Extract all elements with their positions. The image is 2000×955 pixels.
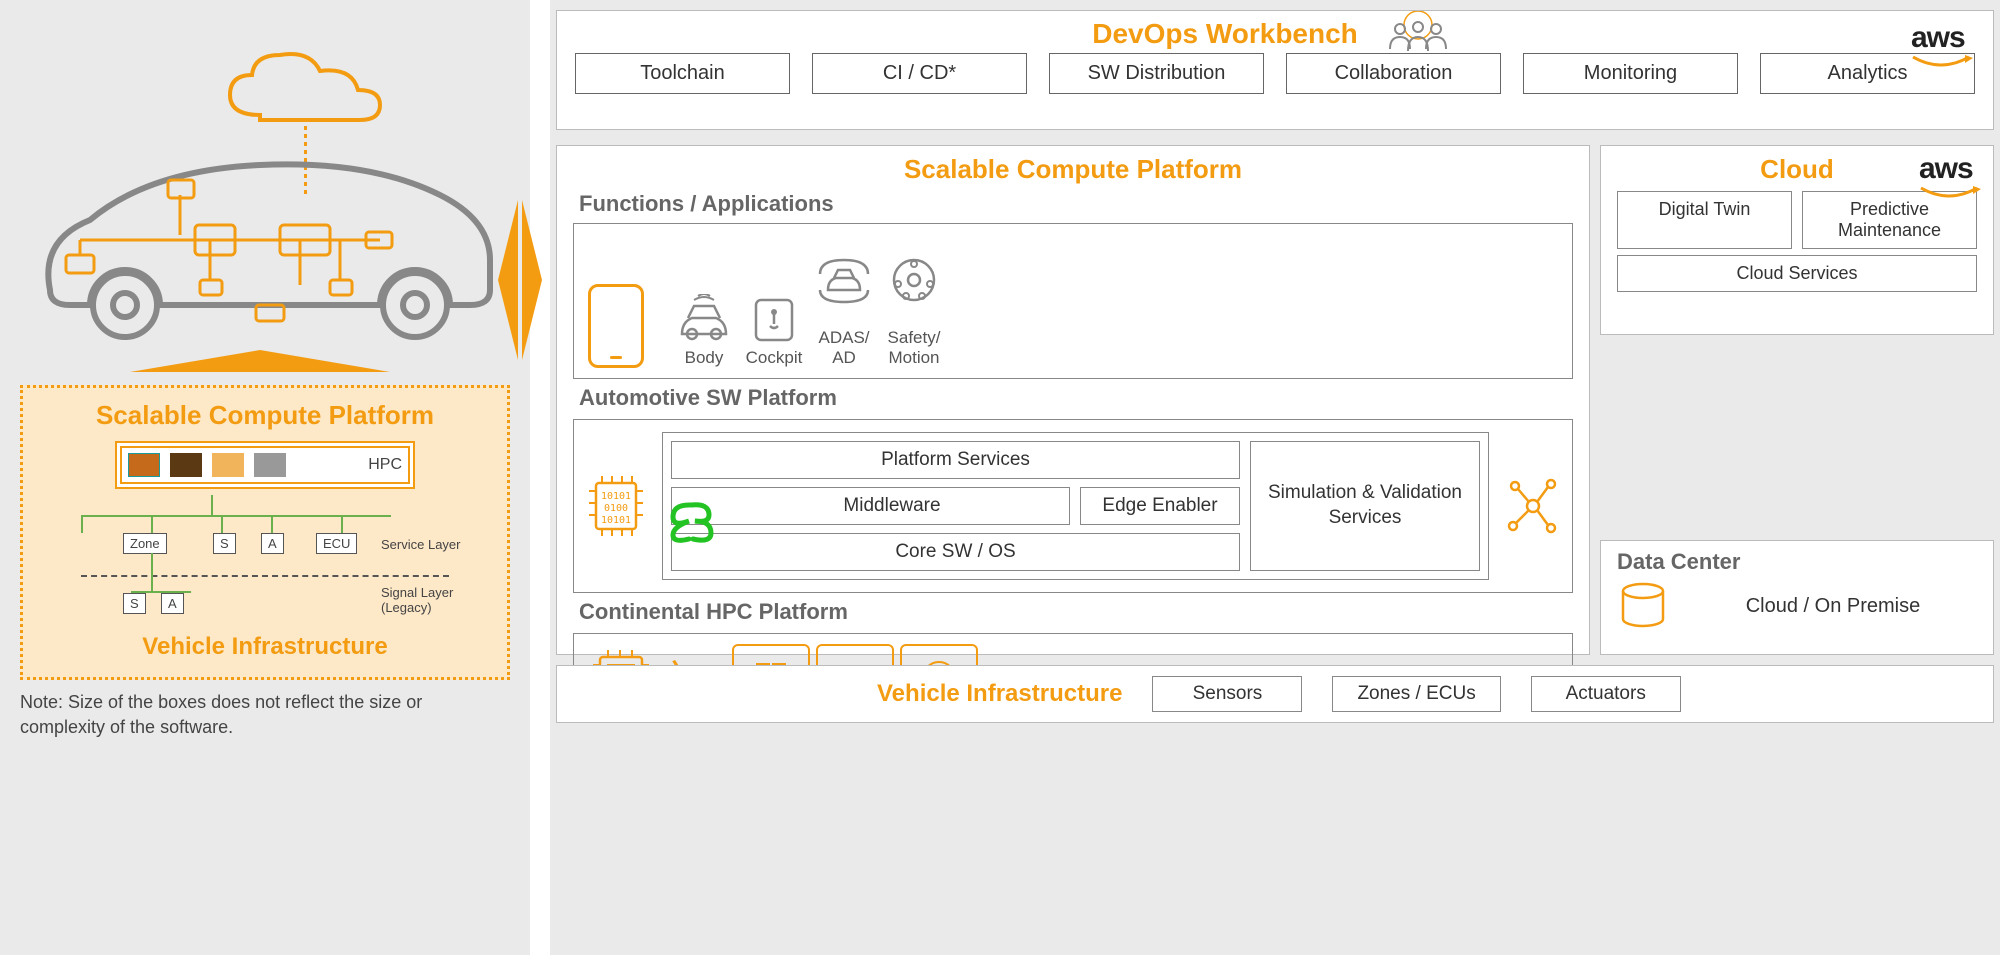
- a-box-1: A: [261, 533, 284, 554]
- bidirectional-arrow-icon: [494, 200, 544, 360]
- asw-left-column: Platform Services Middleware Edge Enable…: [671, 441, 1240, 571]
- svg-text:0100: 0100: [604, 503, 628, 514]
- hpc-platform-label: Continental HPC Platform: [579, 599, 1573, 625]
- bottom-vi-label: Vehicle Infrastructure: [877, 680, 1122, 708]
- left-scp-infrastructure-box: Scalable Compute Platform HPC Zone S A E…: [20, 385, 510, 680]
- hpc-inner-box: HPC: [120, 446, 410, 484]
- data-center-box: Data Center Cloud / On Premise: [1600, 540, 1994, 655]
- func-safety: Safety/ Motion: [884, 234, 944, 368]
- func-safety-label: Safety/ Motion: [888, 328, 941, 367]
- hpc-outer-box: HPC: [115, 441, 415, 489]
- hpc-chip-1: [128, 453, 160, 477]
- legacy-text: (Legacy): [381, 600, 432, 615]
- cockpit-icon: [744, 294, 804, 344]
- signal-layer-label: Signal Layer (Legacy): [381, 585, 453, 615]
- scp-main-title: Scalable Compute Platform: [573, 154, 1573, 185]
- database-icon: [1617, 581, 1669, 631]
- func-body: Body: [674, 294, 734, 368]
- hpc-chip-4: [254, 453, 286, 477]
- devops-item-swdist: SW Distribution: [1049, 53, 1264, 94]
- triangle-pointer-icon: [130, 350, 390, 372]
- asw-platform-box: 10101 0100 10101 Platform Services: [573, 419, 1573, 593]
- platform-services-box: Platform Services: [671, 441, 1240, 479]
- scp-main-box: Scalable Compute Platform Functions / Ap…: [556, 145, 1590, 655]
- cloud-box: aws Cloud Digital Twin Predictive Mainte…: [1600, 145, 1994, 335]
- devops-items-row: Toolchain CI / CD* SW Distribution Colla…: [557, 53, 1993, 108]
- func-adas: ADAS/ AD: [814, 234, 874, 368]
- sim-validation-box: Simulation & Validation Services: [1250, 441, 1480, 571]
- s-box-2: S: [123, 593, 146, 614]
- data-center-title: Data Center: [1617, 549, 1977, 575]
- zones-ecus-box: Zones / ECUs: [1332, 676, 1500, 712]
- eb-logo-icon: [665, 497, 715, 545]
- safety-motion-icon: [884, 254, 944, 304]
- devops-item-collab: Collaboration: [1286, 53, 1501, 94]
- ecu-box: ECU: [316, 533, 357, 554]
- func-body-label: Body: [685, 348, 724, 367]
- func-cockpit-label: Cockpit: [746, 348, 803, 367]
- left-vehicle-panel: Scalable Compute Platform HPC Zone S A E…: [0, 0, 530, 955]
- adas-icon: [814, 254, 874, 304]
- devops-item-toolchain: Toolchain: [575, 53, 790, 94]
- scp-box-title: Scalable Compute Platform: [41, 400, 489, 431]
- cloud-services-box: Cloud Services: [1617, 255, 1977, 292]
- bottom-vehicle-infra-row: Vehicle Infrastructure Sensors Zones / E…: [556, 665, 1994, 723]
- a-box-2: A: [161, 593, 184, 614]
- core-sw-box: Core SW / OS: [671, 533, 1240, 571]
- phone-icon: [588, 284, 644, 368]
- edge-enabler-box: Edge Enabler: [1080, 487, 1240, 525]
- asw-label: Automotive SW Platform: [579, 385, 1573, 411]
- func-cockpit: Cockpit: [744, 294, 804, 368]
- aws-logo-2: aws: [1919, 152, 1981, 204]
- vehicle-infra-title: Vehicle Infrastructure: [41, 633, 489, 661]
- footnote: Note: Size of the boxes does not reflect…: [20, 690, 500, 740]
- layers-diagram: Zone S A ECU S A Service Layer Signal La…: [41, 495, 489, 625]
- devops-item-cicd: CI / CD*: [812, 53, 1027, 94]
- service-layer-label: Service Layer: [381, 537, 460, 552]
- binary-chip-icon: 10101 0100 10101: [586, 471, 646, 541]
- functions-label: Functions / Applications: [579, 191, 1573, 217]
- car-body-icon: [674, 294, 734, 344]
- svg-text:10101: 10101: [601, 491, 631, 502]
- sensors-box: Sensors: [1152, 676, 1302, 712]
- hpc-label: HPC: [368, 456, 402, 474]
- people-icon: [1378, 11, 1458, 53]
- network-nodes-icon: [1505, 474, 1560, 539]
- aws-logo-1: aws: [1911, 21, 1973, 73]
- devops-workbench-box: DevOps Workbench aws Toolchain CI / CD* …: [556, 10, 1994, 130]
- car-cloud-illustration: [20, 20, 510, 380]
- middleware-box: Middleware: [671, 487, 1070, 525]
- signal-layer-text: Signal Layer: [381, 585, 453, 600]
- asw-inner-box: Platform Services Middleware Edge Enable…: [662, 432, 1489, 580]
- s-box-1: S: [213, 533, 236, 554]
- middleware-edge-row: Middleware Edge Enabler: [671, 487, 1240, 525]
- asw-right-column: Simulation & Validation Services: [1250, 441, 1480, 571]
- func-adas-label: ADAS/ AD: [818, 328, 869, 367]
- functions-row: Body Cockpit ADAS/ AD Safety/ Motion: [573, 223, 1573, 379]
- devops-item-monitoring: Monitoring: [1523, 53, 1738, 94]
- right-architecture-panel: DevOps Workbench aws Toolchain CI / CD* …: [550, 0, 2000, 955]
- actuators-box: Actuators: [1531, 676, 1681, 712]
- svg-text:10101: 10101: [601, 515, 631, 526]
- zone-box: Zone: [123, 533, 167, 554]
- car-icon: [30, 140, 510, 350]
- digital-twin-box: Digital Twin: [1617, 191, 1792, 249]
- hpc-chip-3: [212, 453, 244, 477]
- devops-title: DevOps Workbench: [1092, 12, 1358, 52]
- layer-divider: [81, 575, 449, 577]
- data-center-label: Cloud / On Premise: [1689, 595, 1977, 618]
- hpc-chip-2: [170, 453, 202, 477]
